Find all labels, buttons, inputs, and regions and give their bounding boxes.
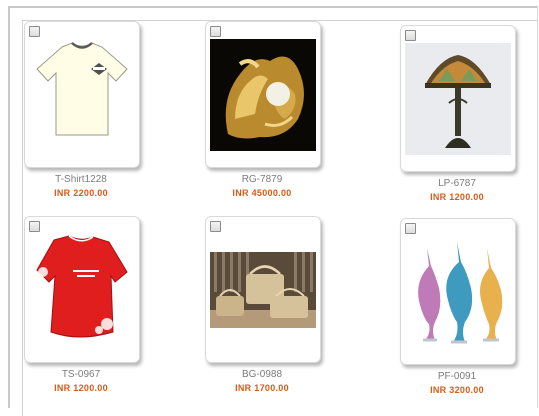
lamp-image [405,43,511,155]
product-code[interactable]: T-Shirt1228 [24,174,138,185]
red-top-image [29,234,135,346]
select-checkbox[interactable] [29,26,40,37]
product-item: T-Shirt1228 INR 2200.00 [24,21,144,211]
product-code[interactable]: PF-0091 [400,371,514,382]
select-checkbox[interactable] [405,30,416,41]
product-price: INR 3200.00 [430,385,484,395]
product-price: INR 1200.00 [54,383,108,393]
product-card[interactable] [24,21,140,168]
select-checkbox[interactable] [210,26,221,37]
select-checkbox[interactable] [405,223,416,234]
product-item: TS-0967 INR 1200.00 [24,216,144,406]
product-code[interactable]: RG-7879 [205,174,319,185]
product-price: INR 1200.00 [430,192,484,202]
product-card[interactable] [24,216,140,363]
handbags-image [210,234,316,346]
product-code[interactable]: TS-0967 [24,369,138,380]
product-card[interactable] [205,216,321,363]
product-item: RG-7879 INR 45000.00 [205,21,325,211]
product-price: INR 1700.00 [235,383,289,393]
product-price: INR 45000.00 [232,188,292,198]
product-item: LP-6787 INR 1200.00 [400,25,520,215]
product-item: PF-0091 INR 3200.00 [400,218,520,408]
ring-image [210,39,316,151]
product-card[interactable] [400,218,516,365]
product-price: INR 2200.00 [54,188,108,198]
product-card[interactable] [205,21,321,168]
tshirt-image [29,39,135,151]
product-card[interactable] [400,25,516,172]
perfume-bottles-image [405,236,511,348]
select-checkbox[interactable] [210,221,221,232]
product-code[interactable]: LP-6787 [400,178,514,189]
product-item: BG-0988 INR 1700.00 [205,216,325,406]
select-checkbox[interactable] [29,221,40,232]
product-code[interactable]: BG-0988 [205,369,319,380]
